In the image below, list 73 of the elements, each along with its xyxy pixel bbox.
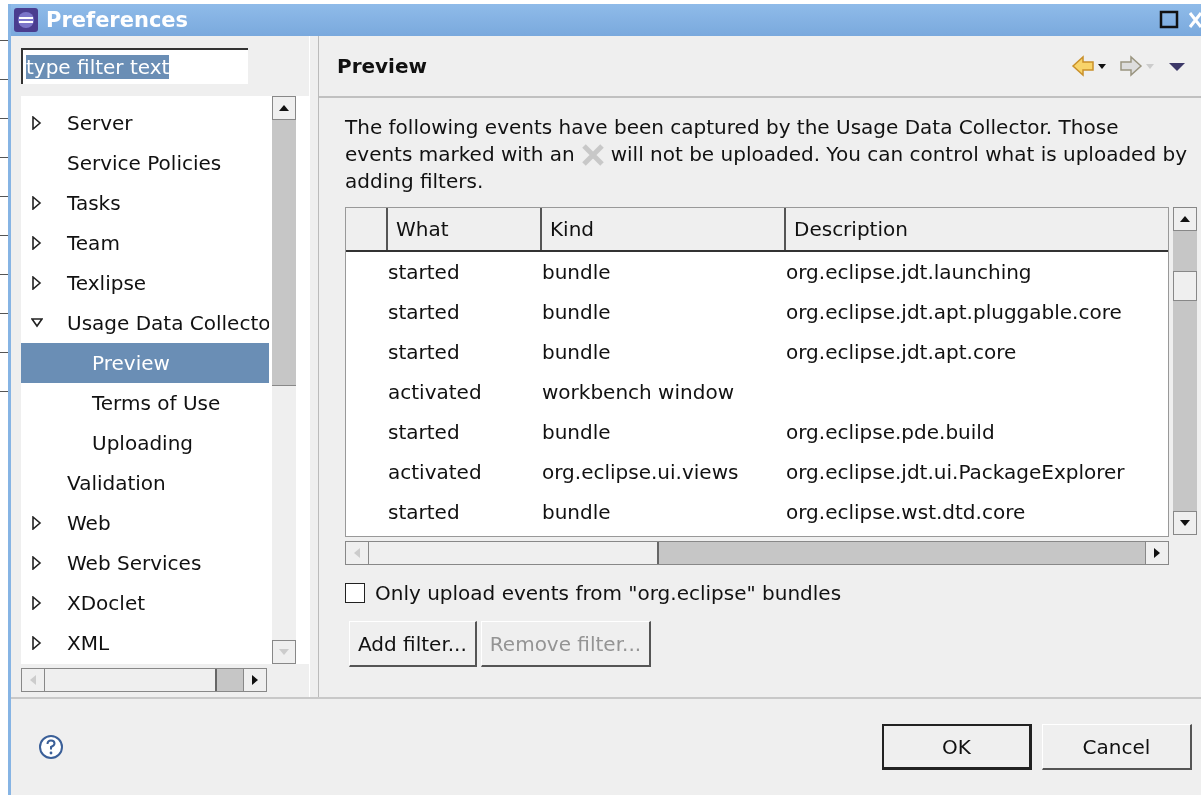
tree-item[interactable]: Validation xyxy=(21,463,269,503)
tree-item[interactable]: Web Services xyxy=(21,543,269,583)
page-title: Preview xyxy=(337,54,428,78)
table-cell: bundle xyxy=(542,340,611,364)
tree-item[interactable]: Team xyxy=(21,223,269,263)
description-text: adding filters. xyxy=(345,168,484,195)
dialog-button[interactable]: Cancel xyxy=(1042,724,1192,770)
table-cell: started xyxy=(388,340,460,364)
collapsed-icon[interactable] xyxy=(31,636,43,650)
table-cell: activated xyxy=(388,380,482,404)
scrollbar[interactable] xyxy=(272,96,296,664)
tree-item[interactable]: Usage Data Collecto xyxy=(21,303,269,343)
column-header[interactable]: Description xyxy=(786,208,1168,250)
column-header[interactable]: What xyxy=(388,208,542,250)
scrollbar[interactable] xyxy=(345,541,1169,565)
collapsed-icon[interactable] xyxy=(31,196,43,210)
table-cell: org.eclipse.jdt.launching xyxy=(786,260,1032,284)
table-cell: bundle xyxy=(542,500,611,524)
collapsed-icon[interactable] xyxy=(31,276,43,290)
table-cell: started xyxy=(388,260,460,284)
dialog-button[interactable]: OK xyxy=(882,724,1032,770)
collapsed-icon[interactable] xyxy=(31,116,43,130)
tree-item[interactable]: Uploading xyxy=(21,423,269,463)
scrollbar[interactable] xyxy=(1173,207,1197,535)
tree-item[interactable]: Service Policies xyxy=(21,143,269,183)
table-cell: org.eclipse.pde.build xyxy=(786,420,995,444)
app-icon xyxy=(14,8,38,32)
maximize-button[interactable] xyxy=(1159,10,1179,30)
right-arrow-icon[interactable] xyxy=(1153,547,1161,559)
table-cell: started xyxy=(388,300,460,324)
filter-value: type filter text xyxy=(26,55,170,79)
expanded-icon[interactable] xyxy=(31,316,43,330)
window-title: Preferences xyxy=(46,8,189,32)
filter-button[interactable]: Add filter... xyxy=(349,621,477,667)
description-text: events marked with an xyxy=(345,141,575,168)
scroll-thumb[interactable] xyxy=(272,120,296,386)
table-cell: bundle xyxy=(542,300,611,324)
table-cell: bundle xyxy=(542,420,611,444)
collapsed-icon[interactable] xyxy=(31,516,43,530)
collapsed-icon[interactable] xyxy=(31,596,43,610)
tree-item[interactable]: Terms of Use xyxy=(21,383,269,423)
tree-item[interactable]: Texlipse xyxy=(21,263,269,303)
checkbox[interactable] xyxy=(345,583,365,603)
down-arrow-icon[interactable] xyxy=(1179,519,1191,527)
scrollbar[interactable] xyxy=(21,668,267,692)
table-cell: started xyxy=(388,420,460,444)
tree-item[interactable]: XDoclet xyxy=(21,583,269,623)
back-icon[interactable] xyxy=(1071,54,1107,78)
help-icon[interactable] xyxy=(38,734,64,760)
cross-icon xyxy=(580,143,605,166)
collapsed-icon[interactable] xyxy=(31,556,43,570)
scroll-thumb[interactable] xyxy=(1173,271,1197,301)
table-cell: started xyxy=(388,500,460,524)
table-cell: activated xyxy=(388,460,482,484)
description-text: will not be uploaded. You can control what is uploaded by xyxy=(610,141,1187,168)
tree-item[interactable]: Web xyxy=(21,503,269,543)
tree-item[interactable]: Server xyxy=(21,103,269,143)
tree-item[interactable]: Tasks xyxy=(21,183,269,223)
table-cell: bundle xyxy=(542,260,611,284)
column-header[interactable]: Kind xyxy=(542,208,786,250)
tree-item[interactable]: XML xyxy=(21,623,269,663)
table-cell: org.eclipse.ui.views xyxy=(542,460,739,484)
table-cell: org.eclipse.jdt.ui.PackageExplorer xyxy=(786,460,1125,484)
description-text: The following events have been captured by the Usage Data Collector. Those xyxy=(345,114,1119,141)
table-cell: org.eclipse.wst.dtd.core xyxy=(786,500,1026,524)
up-arrow-icon[interactable] xyxy=(1179,215,1191,223)
right-arrow-icon[interactable] xyxy=(251,674,259,686)
table-cell: org.eclipse.jdt.apt.core xyxy=(786,340,1017,364)
checkbox-label[interactable]: Only upload events from "org.eclipse" bundles xyxy=(375,581,842,605)
table-cell: org.eclipse.jdt.apt.pluggable.core xyxy=(786,300,1122,324)
table-cell: workbench window xyxy=(542,380,734,404)
up-arrow-icon[interactable] xyxy=(278,104,290,112)
collapsed-icon[interactable] xyxy=(31,236,43,250)
